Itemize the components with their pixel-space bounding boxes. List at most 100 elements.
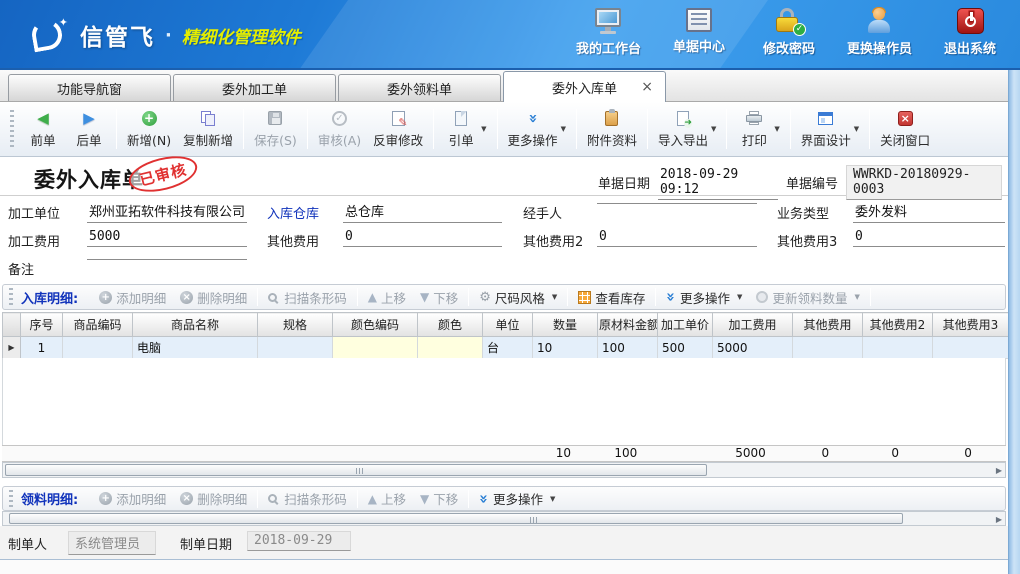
more-operations-button[interactable]: »更多操作 ▼ [502,106,572,152]
handler-label: 经手人 [523,203,562,222]
update-material-qty-button[interactable]: 更新领料数量▼ [749,286,866,309]
audit-button[interactable]: ✓审核(A) [312,106,367,152]
cell-color-code[interactable] [333,337,418,359]
col-header[interactable]: 加工单价 [658,313,713,337]
cell-proc-price[interactable]: 500 [658,337,713,359]
toolbar-grip[interactable] [9,490,13,508]
other-fee2-field[interactable]: 0 [597,228,757,247]
handler-field[interactable] [597,200,757,204]
grid-icon [578,291,591,304]
gear-icon: ⚙ [479,290,491,305]
prev-doc-button[interactable]: ◀前单 [20,106,66,152]
move-down-button[interactable]: ▼下移 [413,487,465,510]
grid-horizontal-scrollbar[interactable]: ▶ [2,462,1006,478]
material-horizontal-scrollbar[interactable]: ▶ [2,511,1006,526]
tab-function-nav[interactable]: 功能导航窗 [8,74,171,101]
cell-seq[interactable]: 1 [21,337,63,359]
new-button[interactable]: +新增(N) [121,106,177,152]
col-header[interactable]: 商品名称 [133,313,258,337]
tab-close-icon[interactable]: × [641,80,653,94]
dropdown-caret-icon[interactable]: ▼ [711,125,716,133]
cell-other-fee3[interactable] [933,337,1009,359]
print-button[interactable]: 打印 ▼ [731,106,785,152]
copy-new-button[interactable]: 复制新增 [177,106,239,152]
processor-field[interactable]: 郑州亚拓软件科技有限公司 [87,200,247,223]
page-title: 委外入库单 [34,164,144,194]
scan-barcode-button[interactable]: 扫描条形码 [261,487,354,510]
exit-system-button[interactable]: 退出系统 [938,8,1002,57]
col-header[interactable]: 序号 [21,313,63,337]
next-doc-button[interactable]: ▶后单 [66,106,112,152]
scrollbar-thumb[interactable] [5,464,707,476]
scroll-right-icon[interactable]: ▶ [996,466,1002,475]
unaudit-button[interactable]: ✎反审修改 [367,106,429,152]
cell-proc-fee[interactable]: 5000 [713,337,793,359]
toolbar-separator [726,109,727,149]
document-center-button[interactable]: 单据中心 [667,8,731,57]
cell-other-fee2[interactable] [863,337,933,359]
switch-operator-button[interactable]: 更换操作员 [847,8,912,57]
table-row[interactable]: ▶ 1 电脑 台 10 100 500 5000 [3,337,1009,359]
delete-detail-button[interactable]: ×删除明细 [173,286,254,309]
delete-detail-button[interactable]: ×删除明细 [173,487,254,510]
size-style-button[interactable]: ⚙尺码风格▼ [472,286,564,309]
dropdown-caret-icon[interactable]: ▼ [854,125,859,133]
move-down-button[interactable]: ▼下移 [413,286,465,309]
col-header[interactable]: 数量 [533,313,598,337]
col-header[interactable]: 其他费用 [793,313,863,337]
col-header[interactable]: 商品编码 [63,313,133,337]
scan-barcode-button[interactable]: 扫描条形码 [261,286,354,309]
material-more-operations-button[interactable]: »更多操作▼ [472,487,562,510]
add-detail-button[interactable]: +添加明细 [92,286,173,309]
cell-other-fee[interactable] [793,337,863,359]
dropdown-caret-icon[interactable]: ▼ [481,125,486,133]
cell-color[interactable] [418,337,483,359]
doc-date-field[interactable]: 2018-09-29 09:12 [658,166,778,200]
proc-fee-field[interactable]: 5000 [87,228,247,247]
col-header[interactable]: 颜色编码 [333,313,418,337]
cell-product-name[interactable]: 电脑 [133,337,258,359]
move-up-button[interactable]: ▲上移 [361,286,413,309]
col-header[interactable]: 原材料金额 [598,313,658,337]
col-header[interactable]: 颜色 [418,313,483,337]
other-fee-field[interactable]: 0 [343,228,502,247]
pull-order-button[interactable]: 引单 ▼ [438,106,492,152]
cell-unit[interactable]: 台 [483,337,533,359]
cell-raw-amount[interactable]: 100 [598,337,658,359]
detail-more-operations-button[interactable]: »更多操作▼ [659,286,749,309]
copy-icon [201,111,215,126]
scrollbar-thumb[interactable] [9,513,903,524]
tab-outsource-process-order[interactable]: 委外加工单 [173,74,336,101]
save-button[interactable]: 保存(S) [248,106,303,152]
toolbar-grip[interactable] [9,288,13,306]
dropdown-caret-icon[interactable]: ▼ [561,125,566,133]
move-up-button[interactable]: ▲上移 [361,487,413,510]
import-export-button[interactable]: 导入导出 ▼ [652,106,722,152]
col-header[interactable]: 加工费用 [713,313,793,337]
cell-qty[interactable]: 10 [533,337,598,359]
col-header[interactable]: 其他费用3 [933,313,1009,337]
warehouse-field[interactable]: 总仓库 [343,200,502,223]
warehouse-label[interactable]: 入库仓库 [267,203,319,222]
view-stock-button[interactable]: 查看库存 [571,286,652,309]
attachments-button[interactable]: 附件资料 [581,106,643,152]
biz-type-field[interactable]: 委外发料 [853,200,1005,223]
ui-design-button[interactable]: 界面设计 ▼ [795,106,865,152]
other-fee3-field[interactable]: 0 [853,228,1005,247]
col-header[interactable]: 单位 [483,313,533,337]
dropdown-caret-icon: ▼ [550,495,555,503]
tab-outsource-material-order[interactable]: 委外领料单 [338,74,501,101]
change-password-button[interactable]: ✓ 修改密码 [757,8,821,57]
tab-outsource-receipt-order[interactable]: 委外入库单 × [503,71,666,102]
add-detail-button[interactable]: +添加明细 [92,487,173,510]
cell-product-code[interactable] [63,337,133,359]
remark-field[interactable] [87,256,247,260]
toolbar-grip[interactable] [10,110,14,148]
my-workspace-button[interactable]: 我的工作台 [576,8,641,57]
dropdown-caret-icon[interactable]: ▼ [774,125,779,133]
scroll-right-icon[interactable]: ▶ [996,515,1002,524]
cell-spec[interactable] [258,337,333,359]
col-header[interactable]: 规格 [258,313,333,337]
close-window-button[interactable]: ×关闭窗口 [874,106,936,152]
col-header[interactable]: 其他费用2 [863,313,933,337]
